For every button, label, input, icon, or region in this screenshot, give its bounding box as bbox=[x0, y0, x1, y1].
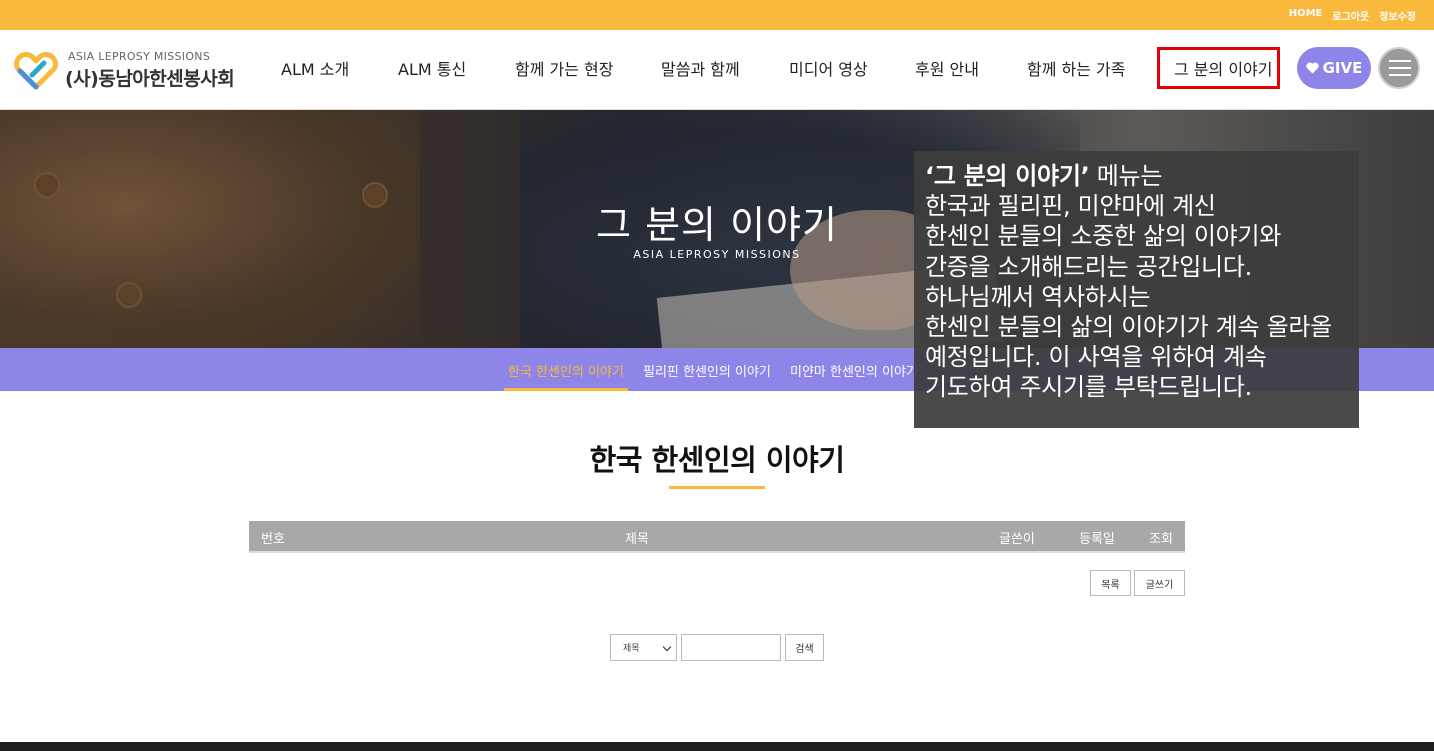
heart-icon bbox=[1306, 62, 1319, 74]
column-title: 제목 bbox=[625, 532, 649, 547]
column-date: 등록일 bbox=[1079, 532, 1115, 547]
subnav-active-indicator bbox=[504, 388, 628, 391]
tooltip-bold-title: ‘그 분의 이야기’ bbox=[925, 162, 1090, 190]
column-author: 글쓴이 bbox=[999, 532, 1035, 547]
search-field-select[interactable]: 제목 bbox=[610, 634, 677, 661]
subnav-philippines[interactable]: 필리핀 한센인의 이야기 bbox=[643, 361, 771, 380]
site-logo[interactable]: ASIA LEPROSY MISSIONS (사)동남아한센봉사회 bbox=[12, 49, 235, 91]
tooltip-line: 하나님께서 역사하시는 bbox=[925, 282, 1151, 311]
list-button[interactable]: 목록 bbox=[1090, 570, 1131, 596]
heart-logo-icon bbox=[14, 52, 58, 90]
chevron-down-icon bbox=[662, 642, 672, 652]
logout-link[interactable]: 로그아웃 bbox=[1332, 8, 1369, 23]
subnav-korea[interactable]: 한국 한센인의 이야기 bbox=[508, 361, 624, 380]
nav-support[interactable]: 후원 안내 bbox=[915, 56, 979, 80]
board-table-header: 번호 제목 글쓴이 등록일 조회 bbox=[249, 521, 1185, 553]
column-views: 조회 bbox=[1149, 532, 1173, 547]
subnav-myanmar[interactable]: 미얀마 한센인의 이야기 bbox=[790, 361, 918, 380]
home-link[interactable]: HOME bbox=[1289, 8, 1323, 23]
nav-his-story[interactable]: 그 분의 이야기 bbox=[1157, 47, 1280, 89]
tooltip-first-line: 메뉴는 bbox=[1089, 162, 1163, 190]
logo-english-text: ASIA LEPROSY MISSIONS bbox=[68, 50, 211, 63]
tooltip-line: 간증을 소개해드리는 공간입니다. bbox=[925, 252, 1252, 281]
search-field-value: 제목 bbox=[623, 644, 640, 654]
tooltip-line: 한센인 분들의 소중한 삶의 이야기와 bbox=[925, 222, 1282, 251]
menu-description-tooltip: ‘그 분의 이야기’ 메뉴는 한국과 필리핀, 미얀마에 계신 한센인 분들의 … bbox=[914, 151, 1359, 428]
nav-family[interactable]: 함께 하는 가족 bbox=[1027, 56, 1126, 80]
search-input[interactable] bbox=[681, 634, 781, 661]
tooltip-line: 기도하여 주시기를 부탁드립니다. bbox=[925, 373, 1252, 402]
column-number: 번호 bbox=[261, 532, 285, 547]
nav-media[interactable]: 미디어 영상 bbox=[789, 56, 868, 80]
edit-info-link[interactable]: 정보수정 bbox=[1379, 8, 1416, 23]
tooltip-line: 한국과 필리핀, 미얀마에 계신 bbox=[925, 192, 1216, 221]
site-header: ASIA LEPROSY MISSIONS (사)동남아한센봉사회 ALM 소개… bbox=[0, 30, 1434, 110]
give-button[interactable]: GIVE bbox=[1297, 47, 1371, 89]
give-label: GIVE bbox=[1322, 59, 1363, 77]
tooltip-line: 예정입니다. 이 사역을 위하여 계속 bbox=[925, 343, 1267, 372]
utility-links: HOME 로그아웃 정보수정 bbox=[1289, 8, 1416, 23]
hamburger-menu-button[interactable] bbox=[1378, 47, 1420, 89]
write-button[interactable]: 글쓰기 bbox=[1134, 570, 1185, 596]
nav-word[interactable]: 말씀과 함께 bbox=[661, 56, 740, 80]
site-footer bbox=[0, 742, 1434, 751]
tooltip-line: 한센인 분들의 삶의 이야기가 계속 올라올 bbox=[925, 313, 1332, 342]
top-utility-bar: HOME 로그아웃 정보수정 bbox=[0, 0, 1434, 30]
nav-alm-intro[interactable]: ALM 소개 bbox=[281, 56, 349, 80]
title-underline bbox=[669, 486, 765, 489]
logo-korean-text: (사)동남아한센봉사회 bbox=[65, 68, 235, 90]
nav-field[interactable]: 함께 가는 현장 bbox=[515, 56, 614, 80]
search-button[interactable]: 검색 bbox=[785, 634, 824, 661]
page-title: 한국 한센인의 이야기 bbox=[589, 443, 845, 477]
nav-alm-news[interactable]: ALM 통신 bbox=[398, 56, 466, 80]
